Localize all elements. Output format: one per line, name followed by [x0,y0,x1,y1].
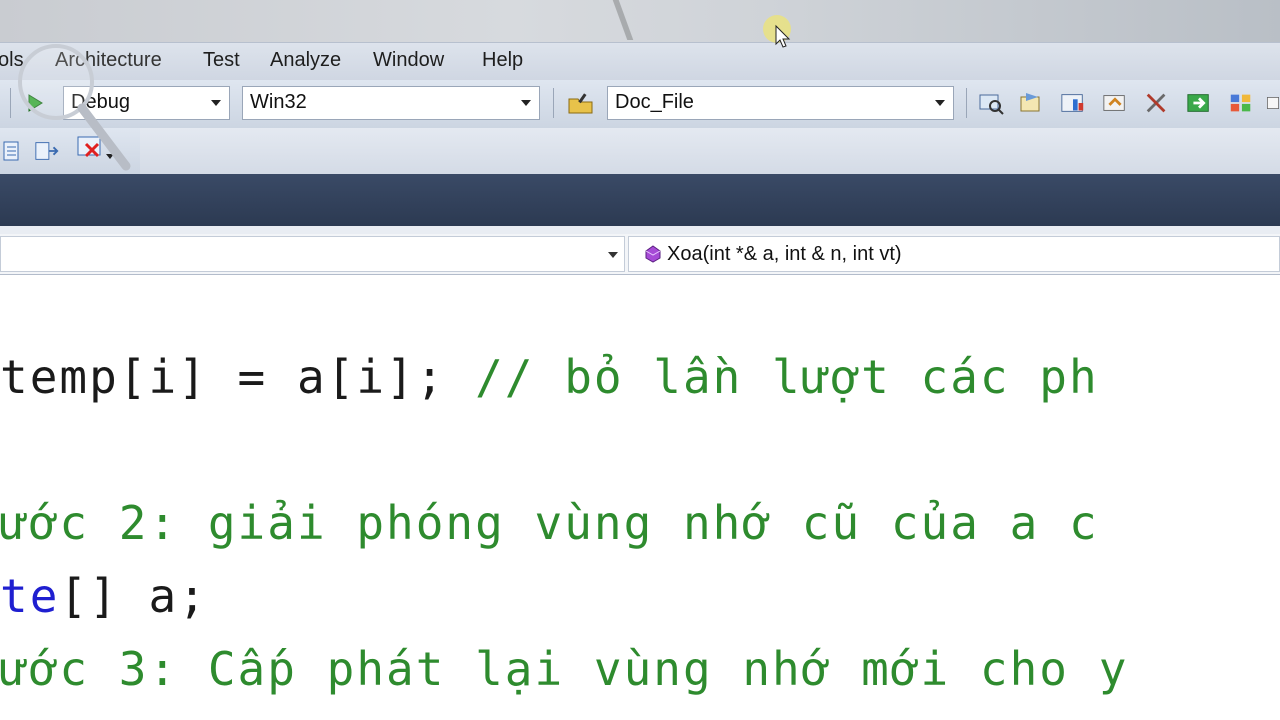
code-line: ước 2: giải phóng vùng nhớ cũ của a c [0,495,1099,551]
mouse-cursor-icon [762,14,792,52]
magnifier-icon [18,44,138,174]
find-in-files-icon[interactable] [566,90,596,116]
tools-icon[interactable] [1144,90,1170,116]
menu-bar: ols Architecture Test Analyze Window Hel… [0,42,1280,81]
code-line: te[] a; [0,568,208,624]
solution-explorer-icon[interactable] [978,90,1004,116]
desktop-shadow [612,0,634,40]
code-comment: ước 2: giải phóng vùng nhớ cũ của a c [0,496,1099,550]
code-keyword: te [0,569,60,623]
menu-test[interactable]: Test [203,49,240,72]
code-text: [] a; [59,569,208,623]
member-value: Xoa(int *& a, int & n, int vt) [667,243,902,265]
code-line: temp[i] = a[i]; // bỏ lần lượt các ph [0,349,1099,405]
toolbar-area [140,128,1280,174]
code-editor[interactable]: temp[i] = a[i]; // bỏ lần lượt các ph ướ… [0,275,1280,720]
chevron-down-icon [211,100,221,106]
more-tools-icon[interactable] [1266,90,1280,116]
chevron-down-icon [935,100,945,106]
menu-analyze[interactable]: Analyze [270,49,341,72]
object-browser-icon[interactable] [1060,90,1086,116]
desktop-background [0,0,1280,42]
chevron-down-icon [608,252,618,258]
platform-value: Win32 [250,91,307,113]
toolbar-separator [553,88,554,118]
toolbar-separator [10,88,11,118]
start-page-icon[interactable] [1186,90,1212,116]
class-view-icon[interactable] [1228,90,1254,116]
code-text: temp[i] = a[i]; [0,350,476,404]
chevron-down-icon [521,100,531,106]
menu-window[interactable]: Window [373,49,444,72]
find-combo[interactable]: Doc_File [607,86,954,120]
code-comment: // bỏ lần lượt các ph [475,350,1099,404]
type-dropdown[interactable] [0,236,625,272]
find-value: Doc_File [615,91,694,113]
document-tab-well [0,174,1280,226]
member-dropdown[interactable]: Xoa(int *& a, int & n, int vt) [628,236,1280,272]
platform-dropdown[interactable]: Win32 [242,86,540,120]
toolbar-separator [966,88,967,118]
menu-help[interactable]: Help [482,49,523,72]
properties-icon[interactable] [1018,90,1044,116]
code-comment: ước 3: Cấp phát lại vùng nhớ mới cho y [0,642,1129,696]
code-line: ước 3: Cấp phát lại vùng nhớ mới cho y [0,641,1128,697]
tab-well-border [0,226,1280,234]
method-icon [643,244,663,268]
toolbox-icon[interactable] [1102,90,1128,116]
